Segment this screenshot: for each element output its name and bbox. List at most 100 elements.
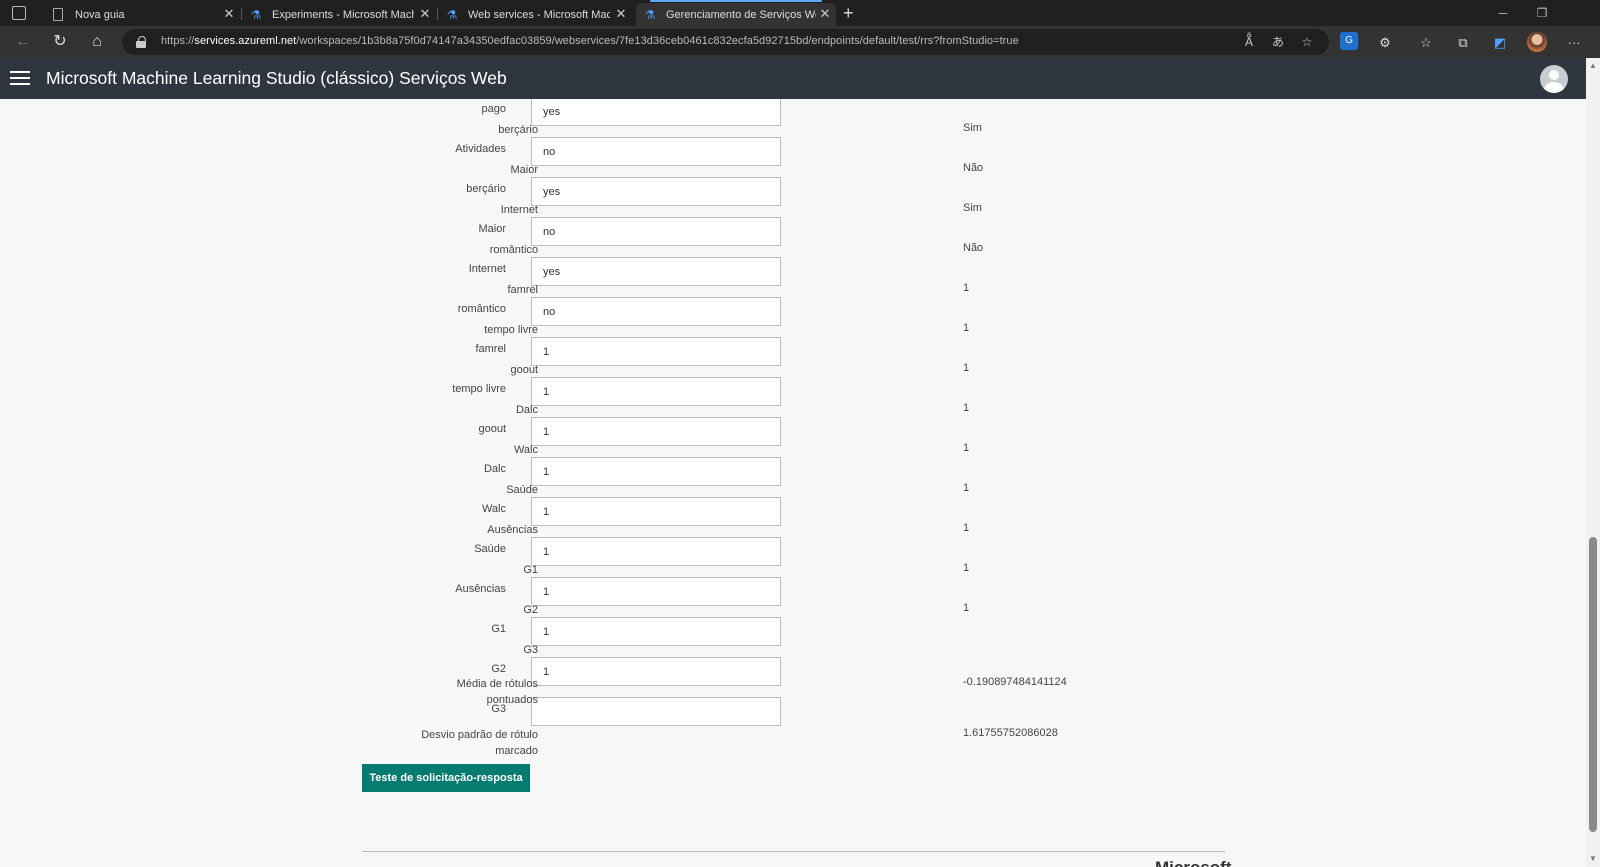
input-row-g1: G1 <box>0 617 800 647</box>
input-field-g3[interactable] <box>531 697 781 726</box>
tab-title: Web services - Microsoft Machine <box>468 8 610 21</box>
url-path: /workspaces/1b3b8a75f0d74147a34350edfac0… <box>296 35 1019 47</box>
footer-brand: Microsoft <box>1155 858 1232 867</box>
input-row-romantico: romântico <box>0 297 800 327</box>
output-value: Sim <box>963 122 982 134</box>
input-label: famrel <box>475 343 506 355</box>
input-field-g1[interactable] <box>531 617 781 646</box>
input-field-famrel[interactable] <box>531 337 781 366</box>
output-label: Ausências <box>487 524 538 536</box>
output-label: Média de rótulos pontuados <box>456 678 538 706</box>
input-field-dalc[interactable] <box>531 457 781 486</box>
tab-gerenciamento[interactable]: ⚗ Gerenciamento de Serviços Web ✕ <box>636 0 836 26</box>
input-field-maior[interactable] <box>531 217 781 246</box>
favorites-icon[interactable]: ☆ <box>1417 34 1435 52</box>
output-value: 1 <box>963 442 970 454</box>
lock-icon[interactable] <box>136 36 146 48</box>
input-field-bercario[interactable] <box>531 177 781 206</box>
close-icon[interactable]: ✕ <box>418 7 432 21</box>
home-icon[interactable]: ⌂ <box>87 32 107 52</box>
output-value: 1 <box>963 482 970 494</box>
app-header: Microsoft Machine Learning Studio (cláss… <box>0 58 1586 99</box>
input-field-g2[interactable] <box>531 657 781 686</box>
back-icon[interactable]: ← <box>13 32 33 52</box>
output-value: Sim <box>963 202 982 214</box>
output-label: G1 <box>523 564 538 576</box>
close-icon[interactable]: ✕ <box>614 7 628 21</box>
extension-icon[interactable]: ⚙ <box>1376 34 1394 52</box>
output-label: berçário <box>498 124 538 136</box>
output-value: 1.61755752086028 <box>963 727 1058 739</box>
tab-title: Experiments - Microsoft Machine <box>272 8 414 21</box>
input-field-romantico[interactable] <box>531 297 781 326</box>
input-field-pago[interactable] <box>531 99 781 126</box>
input-field-saude[interactable] <box>531 537 781 566</box>
output-value: 1 <box>963 322 970 334</box>
output-value: -0.190897484141124 <box>963 676 1067 688</box>
input-field-internet[interactable] <box>531 257 781 286</box>
input-field-goout[interactable] <box>531 417 781 446</box>
input-field-ausencias[interactable] <box>531 577 781 606</box>
input-row-ausencias: Ausências <box>0 577 800 607</box>
output-label: tempo livre <box>484 324 538 336</box>
translate-icon[interactable]: あ <box>1270 34 1286 50</box>
output-label: Saúde <box>506 484 538 496</box>
input-row-g3: G3 <box>0 697 800 727</box>
flask-icon: ⚗ <box>250 7 262 22</box>
input-row-bercario: berçário <box>0 177 800 207</box>
scroll-up-icon[interactable]: ▲ <box>1589 62 1597 70</box>
hamburger-icon[interactable] <box>10 71 30 86</box>
read-aloud-icon[interactable]: Aͣ <box>1241 34 1257 50</box>
input-label: berçário <box>466 183 506 195</box>
input-field-atividades[interactable] <box>531 137 781 166</box>
output-label: Desvio padrão de rótulo marcado <box>421 729 538 757</box>
browser-toolbar: ← ↻ ⌂ https://services.azureml.net/works… <box>0 26 1600 58</box>
request-response-test-button[interactable]: Teste de solicitação-resposta <box>362 764 530 792</box>
input-label: Dalc <box>483 463 506 475</box>
tab-title: Nova guia <box>75 8 125 21</box>
refresh-icon[interactable]: ↻ <box>50 32 70 52</box>
tab-web-services[interactable]: ⚗ Web services - Microsoft Machine ✕ <box>438 3 632 26</box>
output-value: 1 <box>963 282 970 294</box>
add-favorite-icon[interactable]: ☆ <box>1299 34 1315 50</box>
collections-icon[interactable]: ⧉ <box>1454 34 1472 52</box>
input-label: Ausências <box>455 583 506 595</box>
output-label: Walc <box>513 444 538 456</box>
input-row-atividades: Atividades <box>0 137 800 167</box>
output-value: 1 <box>963 402 970 414</box>
url-text[interactable]: https://services.azureml.net/workspaces/… <box>161 35 1019 47</box>
input-field-tempo-livre[interactable] <box>531 377 781 406</box>
tab-nova-guia[interactable]: Nova guia ✕ <box>44 3 240 26</box>
profile-avatar-icon[interactable] <box>1527 32 1547 52</box>
input-row-tempo-livre: tempo livre <box>0 377 800 407</box>
translate-extension-icon[interactable]: G <box>1340 32 1358 50</box>
scrollbar-thumb[interactable] <box>1589 537 1597 832</box>
minimize-icon[interactable]: ─ <box>1493 4 1513 22</box>
input-row-saude: Saúde <box>0 537 800 567</box>
input-label: Saúde <box>474 543 506 555</box>
user-avatar-icon[interactable] <box>1540 65 1568 93</box>
edge-bar-icon[interactable]: ◩ <box>1491 34 1509 52</box>
input-label: G2 <box>491 663 506 675</box>
input-label: Atividades <box>455 143 506 155</box>
page-scrollbar[interactable]: ▲ ▼ <box>1586 58 1600 867</box>
browser-tab-strip: Nova guia ✕ ⚗ Experiments - Microsoft Ma… <box>0 0 1600 26</box>
restore-icon[interactable]: ❐ <box>1532 4 1552 22</box>
output-value: 1 <box>963 522 970 534</box>
tab-experiments[interactable]: ⚗ Experiments - Microsoft Machine ✕ <box>242 3 436 26</box>
input-label: Maior <box>478 223 506 235</box>
output-label: Dalc <box>515 404 538 416</box>
output-label: G2 <box>523 604 538 616</box>
more-icon[interactable]: ··· <box>1565 34 1583 52</box>
output-value: Não <box>963 162 984 174</box>
app-title: Microsoft Machine Learning Studio (cláss… <box>46 68 507 88</box>
close-icon[interactable]: ✕ <box>818 7 832 21</box>
input-field-walc[interactable] <box>531 497 781 526</box>
input-row-famrel: famrel <box>0 337 800 367</box>
address-bar[interactable]: https://services.azureml.net/workspaces/… <box>122 29 1329 55</box>
input-label: Walc <box>481 503 506 515</box>
scroll-down-icon[interactable]: ▼ <box>1589 855 1597 863</box>
plus-icon[interactable]: + <box>843 2 854 24</box>
tab-actions-icon[interactable] <box>12 6 26 20</box>
close-icon[interactable]: ✕ <box>222 7 236 21</box>
